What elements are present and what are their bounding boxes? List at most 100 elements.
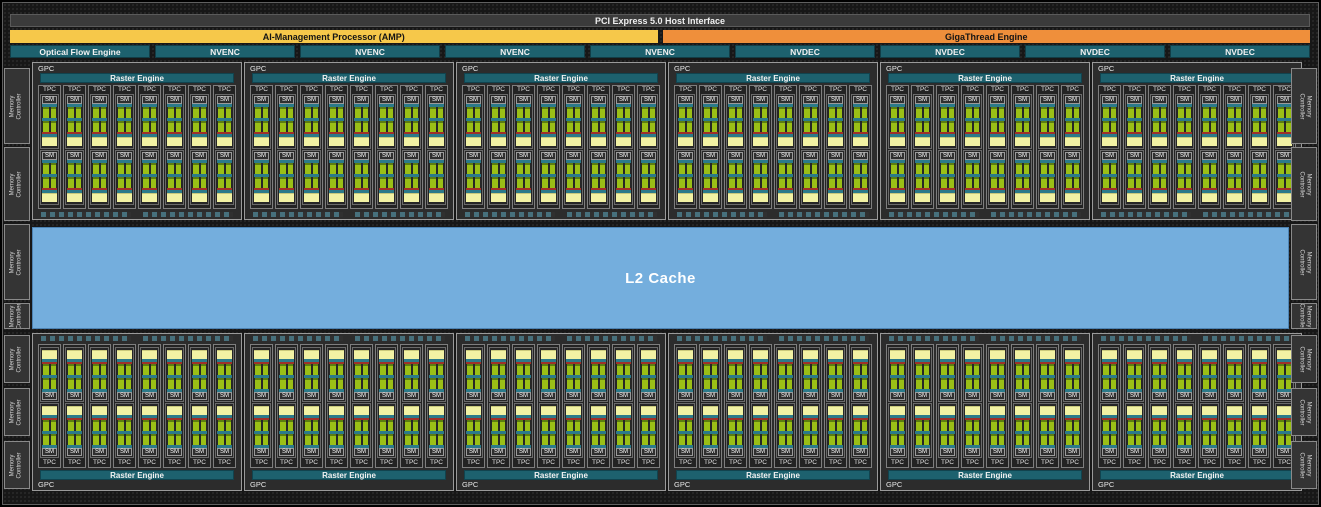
sm-block: SM: [1150, 347, 1169, 402]
sm-core-array: [67, 121, 82, 132]
sm-core-array: [1127, 364, 1142, 375]
sm-block: SM: [1100, 150, 1119, 205]
sm-block: SM: [1013, 403, 1032, 458]
sm-block: SM: [888, 150, 907, 205]
sm-cache-block: [753, 350, 768, 359]
core-cell: [1178, 434, 1184, 445]
core-cell: [101, 107, 107, 118]
core-cell: [492, 163, 498, 174]
sm-core-array: [304, 121, 319, 132]
core-cell: [550, 434, 556, 445]
sm-cache-block: [1152, 406, 1167, 415]
sm-cache-block: [940, 193, 955, 202]
core-cell: [280, 378, 286, 389]
sm-cache-block: [853, 350, 868, 359]
tpc-label: TPC: [1038, 86, 1057, 94]
core-cell: [837, 177, 843, 188]
sm-core-array: [616, 121, 631, 132]
sm-cache-block: [728, 350, 743, 359]
sm-label: SM: [940, 152, 955, 160]
sm-label: SM: [192, 448, 207, 456]
ai-management-processor-bar: AI-Management Processor (AMP): [10, 30, 658, 43]
core-cell: [363, 434, 369, 445]
sm-core-array: [678, 107, 693, 118]
sm-label: SM: [354, 392, 369, 400]
core-cell: [862, 378, 868, 389]
core-cell: [1049, 107, 1055, 118]
core-cell: [1074, 378, 1080, 389]
core-cell: [729, 434, 735, 445]
sm-cache-block: [354, 137, 369, 146]
tpc-label: TPC: [938, 459, 957, 467]
sm-core-array: [616, 378, 631, 389]
sm-core-array: [753, 163, 768, 174]
core-cell: [193, 364, 199, 375]
core-cell: [687, 378, 693, 389]
sm-label: SM: [1102, 448, 1117, 456]
core-cell: [438, 420, 444, 431]
sm-core-array: [703, 163, 718, 174]
core-cell: [517, 163, 523, 174]
sm-core-array: [965, 378, 980, 389]
core-cell: [899, 177, 905, 188]
sm-label: SM: [42, 152, 57, 160]
core-cell: [679, 378, 685, 389]
memory-controller-label: Memory Controller: [1297, 303, 1312, 329]
core-cell: [762, 163, 768, 174]
sm-label: SM: [1227, 392, 1242, 400]
tpc-block: TPCSMSM: [961, 85, 984, 209]
core-cell: [829, 364, 835, 375]
sm-cache-block: [429, 137, 444, 146]
core-cell: [941, 163, 947, 174]
core-cell: [305, 163, 311, 174]
tpc-label: TPC: [165, 86, 184, 94]
sm-block: SM: [489, 94, 508, 149]
sm-block: SM: [1250, 403, 1269, 458]
core-cell: [650, 420, 656, 431]
sm-core-array: [1152, 121, 1167, 132]
core-cell: [642, 177, 648, 188]
sm-core-array: [728, 364, 743, 375]
texture-bar: [567, 336, 657, 341]
core-cell: [68, 121, 74, 132]
core-cell: [330, 434, 336, 445]
sm-label: SM: [329, 152, 344, 160]
sm-core-array: [778, 107, 793, 118]
raster-engine-bar: Raster Engine: [1100, 73, 1294, 83]
sm-core-array: [217, 121, 232, 132]
sm-label: SM: [915, 392, 930, 400]
core-cell: [1024, 420, 1030, 431]
core-cell: [829, 121, 835, 132]
core-cell: [854, 107, 860, 118]
core-cell: [1103, 378, 1109, 389]
tpc-label: TPC: [1175, 86, 1194, 94]
sm-label: SM: [92, 448, 107, 456]
core-cell: [380, 177, 386, 188]
sm-core-array: [753, 378, 768, 389]
sm-cache-block: [429, 193, 444, 202]
core-cell: [430, 378, 436, 389]
sm-block: SM: [614, 150, 633, 205]
tpc-label: TPC: [564, 459, 583, 467]
sm-core-array: [1152, 434, 1167, 445]
tpc-block: TPCSMSM: [1098, 344, 1121, 468]
sm-core-array: [1102, 378, 1117, 389]
sm-block: SM: [776, 403, 795, 458]
core-cell: [176, 420, 182, 431]
sm-core-array: [1227, 177, 1242, 188]
core-cell: [679, 107, 685, 118]
memory-controller-block: Memory Controller: [4, 335, 30, 383]
media-engine-nvenc: NVENC: [300, 45, 440, 58]
core-cell: [787, 378, 793, 389]
sm-core-array: [516, 420, 531, 431]
core-cell: [642, 107, 648, 118]
core-cell: [438, 163, 444, 174]
core-cell: [255, 434, 261, 445]
sm-label: SM: [254, 96, 269, 104]
tpc-label: TPC: [564, 86, 583, 94]
core-cell: [924, 434, 930, 445]
core-cell: [1236, 107, 1242, 118]
tpc-label: TPC: [589, 86, 608, 94]
core-cell: [151, 420, 157, 431]
core-cell: [1203, 177, 1209, 188]
